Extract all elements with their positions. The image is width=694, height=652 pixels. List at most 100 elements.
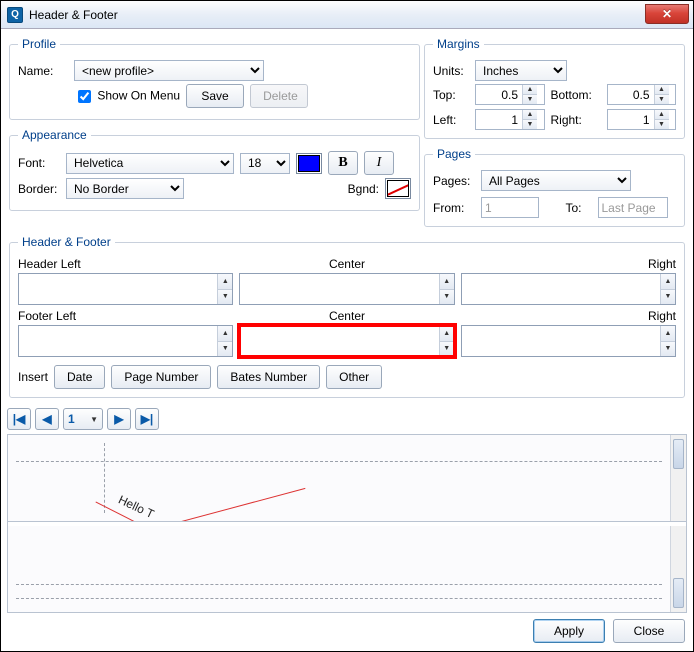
title-bar: Q Header & Footer ✕ [1, 1, 693, 29]
footer-left-input[interactable]: ▲▼ [18, 325, 233, 357]
spin-up-icon[interactable]: ▲ [523, 85, 537, 94]
margins-legend: Margins [433, 37, 484, 51]
header-left-input[interactable]: ▲▼ [18, 273, 233, 305]
preview-content-text: Hello T [115, 488, 158, 522]
spin-down-icon[interactable]: ▼ [655, 119, 669, 129]
save-button[interactable]: Save [186, 84, 244, 108]
footer-center-label: Center [239, 307, 454, 325]
spin-up-icon[interactable]: ▲ [661, 326, 675, 341]
preview-bottom [8, 526, 686, 612]
top-label: Top: [433, 88, 469, 102]
next-page-button[interactable]: ▶ [107, 408, 131, 430]
close-icon[interactable]: ✕ [645, 4, 689, 24]
right-input[interactable] [608, 110, 654, 129]
spin-up-icon[interactable]: ▲ [218, 326, 232, 341]
pages-label: Pages: [433, 174, 475, 188]
spin-down-icon[interactable]: ▼ [655, 94, 669, 104]
border-select[interactable]: No Border [66, 178, 184, 199]
pages-group: Pages Pages: All Pages From: To: [424, 147, 685, 227]
bgnd-color-swatch[interactable] [385, 178, 411, 199]
date-button[interactable]: Date [54, 365, 105, 389]
spin-down-icon[interactable]: ▼ [440, 289, 454, 305]
units-select[interactable]: Inches [475, 60, 567, 81]
spin-up-icon[interactable]: ▲ [440, 326, 454, 341]
footer-center-text[interactable] [240, 326, 438, 356]
bottom-input[interactable] [608, 85, 654, 104]
show-on-menu-checkbox[interactable] [78, 90, 91, 103]
spin-up-icon[interactable]: ▲ [655, 110, 669, 119]
scrollbar-thumb[interactable] [673, 578, 684, 608]
spin-up-icon[interactable]: ▲ [655, 85, 669, 94]
font-size-select[interactable]: 18 [240, 153, 290, 174]
header-center-text[interactable] [240, 274, 438, 304]
spin-down-icon[interactable]: ▼ [523, 119, 537, 129]
show-on-menu-text: Show On Menu [97, 88, 180, 102]
header-right-input[interactable]: ▲▼ [461, 273, 676, 305]
bottom-spin[interactable]: ▲▼ [607, 84, 677, 105]
chevron-down-icon: ▼ [90, 415, 98, 424]
pages-select[interactable]: All Pages [481, 170, 631, 191]
last-page-button[interactable]: ▶| [135, 408, 159, 430]
scrollbar-thumb[interactable] [673, 439, 684, 469]
bold-button[interactable]: B [328, 151, 358, 175]
page-number-button[interactable]: Page Number [111, 365, 211, 389]
insert-label: Insert [18, 370, 48, 384]
header-center-input[interactable]: ▲▼ [239, 273, 454, 305]
page-select[interactable]: 1▼ [63, 408, 103, 430]
font-label: Font: [18, 156, 60, 170]
from-label: From: [433, 201, 475, 215]
right-m-label: Right: [551, 113, 601, 127]
spin-down-icon[interactable]: ▼ [218, 289, 232, 305]
spin-up-icon[interactable]: ▲ [218, 274, 232, 289]
top-spin[interactable]: ▲▼ [475, 84, 545, 105]
top-input[interactable] [476, 85, 522, 104]
spin-up-icon[interactable]: ▲ [440, 274, 454, 289]
spin-down-icon[interactable]: ▼ [661, 341, 675, 357]
preview-top: Hello T [8, 435, 686, 522]
footer-right-input[interactable]: ▲▼ [461, 325, 676, 357]
profile-select[interactable]: <new profile> [74, 60, 264, 81]
left-spin[interactable]: ▲▼ [475, 109, 545, 130]
italic-button[interactable]: I [364, 151, 394, 175]
spin-down-icon[interactable]: ▼ [661, 289, 675, 305]
bgnd-label: Bgnd: [348, 182, 379, 196]
spin-down-icon[interactable]: ▼ [440, 341, 454, 357]
bottom-label: Bottom: [551, 88, 601, 102]
border-label: Border: [18, 182, 60, 196]
footer-right-text[interactable] [462, 326, 660, 356]
bates-number-button[interactable]: Bates Number [217, 365, 320, 389]
appearance-group: Appearance Font: Helvetica 18 B I Border… [9, 128, 420, 211]
units-label: Units: [433, 64, 469, 78]
appearance-legend: Appearance [18, 128, 91, 142]
profile-legend: Profile [18, 37, 60, 51]
header-right-label: Right [461, 255, 676, 273]
profile-group: Profile Name: <new profile> Show On Menu… [9, 37, 420, 120]
show-on-menu-label[interactable]: Show On Menu [74, 87, 180, 106]
scrollbar-v[interactable] [670, 435, 686, 521]
footer-center-input[interactable]: ▲▼ [239, 325, 454, 357]
spin-down-icon[interactable]: ▼ [523, 94, 537, 104]
font-select[interactable]: Helvetica [66, 153, 234, 174]
prev-page-button[interactable]: ◀ [35, 408, 59, 430]
scrollbar-v[interactable] [670, 526, 686, 612]
from-input [481, 197, 539, 218]
right-spin[interactable]: ▲▼ [607, 109, 677, 130]
header-right-text[interactable] [462, 274, 660, 304]
header-footer-group: Header & Footer Header Left ▲▼ Center ▲▼… [9, 235, 685, 398]
footer-left-text[interactable] [19, 326, 217, 356]
header-left-text[interactable] [19, 274, 217, 304]
left-label: Left: [433, 113, 469, 127]
close-button[interactable]: Close [613, 619, 685, 643]
spin-down-icon[interactable]: ▼ [218, 341, 232, 357]
header-left-label: Header Left [18, 255, 233, 273]
left-input[interactable] [476, 110, 522, 129]
font-color-swatch[interactable] [296, 153, 322, 174]
header-center-label: Center [239, 255, 454, 273]
spin-up-icon[interactable]: ▲ [661, 274, 675, 289]
spin-up-icon[interactable]: ▲ [523, 110, 537, 119]
other-button[interactable]: Other [326, 365, 382, 389]
to-label: To: [566, 201, 592, 215]
apply-button[interactable]: Apply [533, 619, 605, 643]
first-page-button[interactable]: |◀ [7, 408, 31, 430]
hf-legend: Header & Footer [18, 235, 115, 249]
